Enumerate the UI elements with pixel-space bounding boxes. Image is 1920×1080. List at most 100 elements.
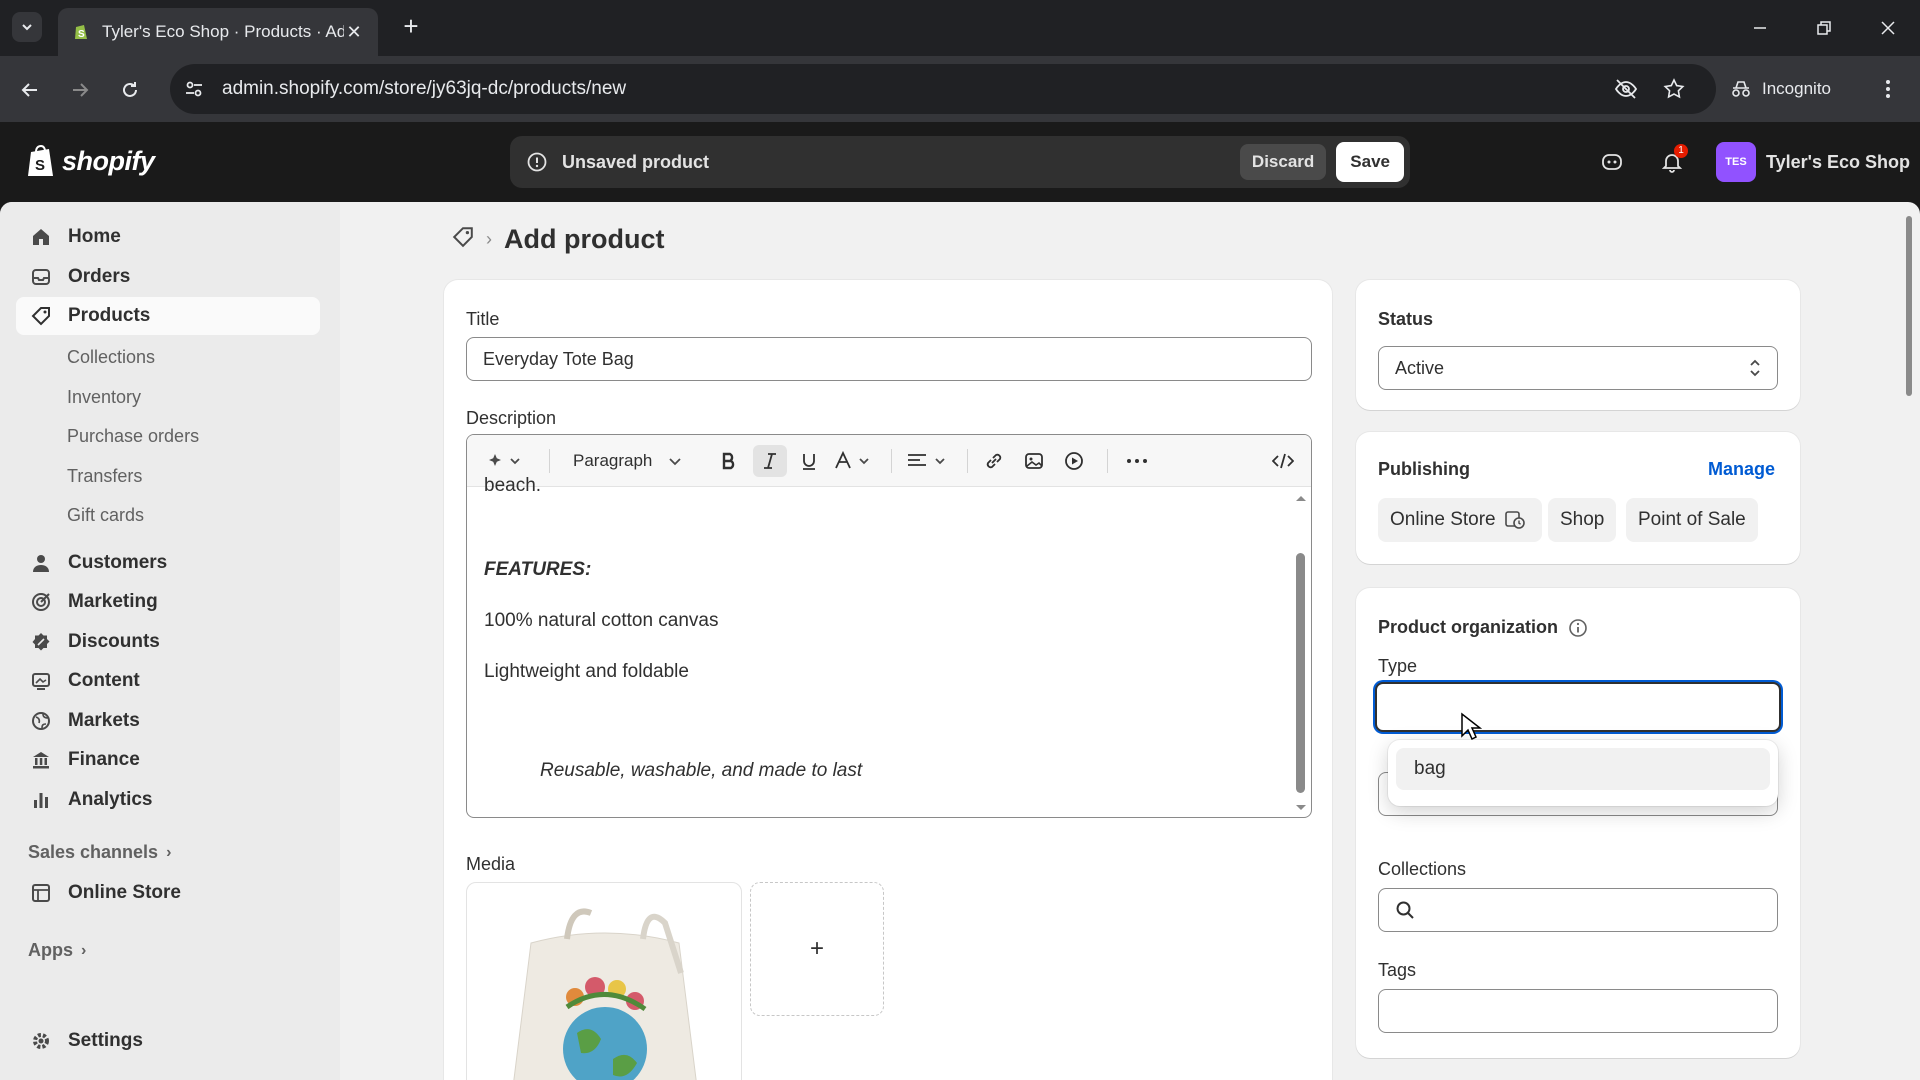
alert-circle-icon [527,152,547,172]
toolbar-divider [891,449,892,473]
address-bar[interactable]: admin.shopify.com/store/jy63jq-dc/produc… [170,64,1716,114]
sidebar-subitem-gift-cards[interactable]: Gift cards [67,500,144,530]
play-circle-icon [1065,452,1083,470]
tags-input[interactable] [1378,989,1778,1033]
save-button[interactable]: Save [1336,142,1404,182]
collections-input[interactable] [1378,888,1778,932]
type-input[interactable] [1375,682,1781,732]
minimize-button[interactable] [1740,10,1780,46]
media-image-tile[interactable] [466,882,742,1080]
sidebar-item-online-store[interactable]: Online Store [16,874,320,912]
description-text-area[interactable]: beach. FEATURES: 100% natural cotton can… [467,475,1311,817]
sidebar-item-finance[interactable]: Finance [16,741,320,779]
sidebar-subitem-inventory[interactable]: Inventory [67,382,141,412]
content-icon [30,670,52,692]
sidebar-item-products[interactable]: Products [16,297,320,335]
sidebar-subitem-purchase-orders[interactable]: Purchase orders [67,421,199,451]
sidebar-item-orders[interactable]: Orders [16,258,320,296]
type-suggestion-option[interactable]: bag [1396,748,1770,790]
products-breadcrumb-link[interactable] [452,226,474,253]
sidebar-subitem-collections[interactable]: Collections [67,342,155,372]
channel-shop[interactable]: Shop [1548,498,1617,542]
incognito-indicator[interactable]: Incognito [1730,64,1860,114]
reload-button[interactable] [112,72,148,108]
sales-channels-link[interactable]: Sales channels › [28,842,171,863]
underline-button[interactable] [793,445,825,477]
admin-app: Home Orders Products Collections Invento… [0,202,1920,1080]
sidekick-icon[interactable] [1596,146,1628,178]
chevron-down-icon [22,24,32,31]
editor-scroll-thumb[interactable] [1296,553,1305,793]
add-media-button[interactable]: + [750,882,884,1016]
page-scroll-thumb[interactable] [1906,216,1912,396]
status-select[interactable]: Active [1378,346,1778,390]
feature-line: Lightweight and foldable [484,661,689,682]
eye-off-icon[interactable] [1614,77,1638,101]
publishing-card: Publishing Manage Online Store Shop Poin… [1356,432,1800,564]
notifications-button[interactable]: 1 [1656,144,1688,178]
editor-scrollbar[interactable] [1293,487,1309,817]
sidebar-item-label: Customers [68,552,168,573]
new-tab-button[interactable]: + [396,12,426,42]
info-icon[interactable] [1568,618,1588,638]
page-scrollbar[interactable] [1904,208,1914,1078]
sidebar-item-content[interactable]: Content [16,662,320,700]
bold-button[interactable] [713,445,745,477]
sidebar-item-settings[interactable]: Settings [16,1022,320,1060]
publishing-label: Publishing [1378,459,1470,479]
sidebar-subitem-transfers[interactable]: Transfers [67,461,142,491]
browser-tab-bar: S Tyler's Eco Shop · Products · Ad ✕ + [0,0,1920,56]
collections-label: Collections [1378,859,1467,879]
tab-close-icon[interactable]: ✕ [344,22,364,43]
organization-header: Product organization [1378,617,1588,638]
sidebar-item-home[interactable]: Home [16,218,320,256]
html-view-button[interactable] [1265,445,1301,477]
product-details-card: Title Everyday Tote Bag Description Para… [444,280,1332,1080]
minimize-icon [1754,27,1766,29]
paragraph-style-select[interactable]: Paragraph [563,445,693,477]
align-button[interactable] [903,445,953,477]
apps-link[interactable]: Apps › [28,940,86,961]
tab-search-button[interactable] [12,12,42,42]
mouse-cursor-icon [1461,712,1482,741]
sidebar-item-discounts[interactable]: Discounts [16,623,320,661]
discard-button[interactable]: Discard [1239,144,1327,180]
text-color-button[interactable] [831,445,877,477]
forward-button[interactable] [62,72,98,108]
tab-title: Tyler's Eco Shop · Products · Ad [102,22,344,41]
sidebar-item-label: Products [68,305,151,326]
more-options-button[interactable] [1117,445,1157,477]
discount-icon [30,631,52,653]
insert-image-button[interactable] [1017,445,1051,477]
sidebar-item-customers[interactable]: Customers [16,544,320,582]
store-name: Tyler's Eco Shop [1766,151,1910,172]
ai-generate-button[interactable] [479,445,531,477]
channel-point-of-sale[interactable]: Point of Sale [1626,498,1758,542]
title-input[interactable]: Everyday Tote Bag [466,337,1312,381]
channel-online-store[interactable]: Online Store [1378,498,1542,542]
star-icon[interactable] [1662,77,1686,101]
italic-button[interactable] [753,445,787,477]
sidebar-item-markets[interactable]: Markets [16,702,320,740]
shopify-logo[interactable]: S shopify [26,144,155,178]
restore-button[interactable] [1804,10,1844,46]
browser-tab[interactable]: S Tyler's Eco Shop · Products · Ad ✕ [58,8,378,56]
site-settings-icon[interactable] [182,77,206,101]
sidebar-item-analytics[interactable]: Analytics [16,781,320,819]
arrow-right-icon [73,83,89,97]
insert-link-button[interactable] [977,445,1011,477]
back-button[interactable] [12,72,48,108]
feature-line: 100% natural cotton canvas [484,610,719,631]
scheduled-icon [1504,511,1525,529]
manage-link[interactable]: Manage [1708,459,1775,480]
close-window-button[interactable] [1868,10,1908,46]
close-icon [1881,21,1895,35]
apps-label: Apps [28,940,73,960]
sidebar-item-marketing[interactable]: Marketing [16,583,320,621]
browser-menu-icon[interactable] [1876,74,1900,104]
insert-video-button[interactable] [1057,445,1091,477]
sidebar-item-label: Discounts [68,631,160,652]
toolbar-divider [967,449,968,473]
globe-icon [30,710,52,732]
store-menu-button[interactable]: TES Tyler's Eco Shop [1716,140,1910,184]
